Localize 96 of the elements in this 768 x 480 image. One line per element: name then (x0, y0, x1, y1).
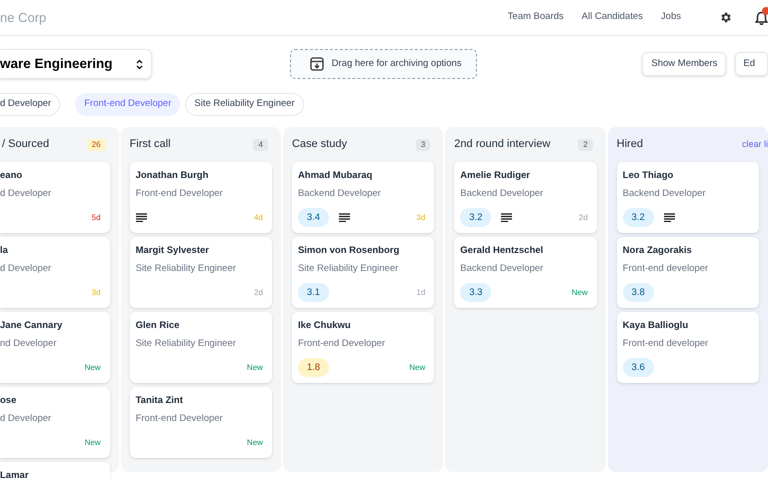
brand-name: ne Corp (0, 8, 46, 27)
age-label: New (572, 286, 588, 298)
candidate-card[interactable]: Amelie Rudiger Backend Developer 3.2 2d (454, 162, 597, 233)
candidate-role: Site Reliability Engineer (136, 337, 237, 352)
candidate-role: Front-end Developer (136, 412, 224, 426)
candidate-name: Glen Rice (136, 319, 180, 333)
candidate-name: Simon von Rosenborg (298, 244, 400, 258)
age-label: New (409, 362, 426, 374)
age-label: 2d (578, 212, 588, 224)
column-title: Case study (292, 137, 347, 152)
candidate-role: d Developer (0, 187, 52, 202)
score-badge: 3.8 (622, 283, 654, 302)
candidate-card[interactable]: Simon von Rosenborg Site Reliability Engineer 3.1 1d (292, 237, 434, 308)
bell-icon[interactable] (755, 10, 768, 24)
clear-link[interactable]: clear li (742, 138, 768, 152)
candidate-role: Backend Developer (298, 187, 382, 202)
age-label: New (246, 362, 263, 374)
count-badge: 2 (578, 138, 593, 150)
candidate-name: Jonathan Burgh (136, 169, 210, 183)
candidate-name: Kaya Ballioglu (622, 319, 690, 333)
age-label: 5d (92, 212, 101, 224)
candidate-role: nd Developer (0, 337, 58, 352)
candidate-card[interactable]: Tanita Zint Front-end Developer New (130, 387, 272, 458)
header-button[interactable]: Show Members (642, 52, 726, 76)
age-label: New (84, 362, 101, 374)
candidate-role: Site Reliability Engineer (298, 262, 400, 276)
candidate-card[interactable]: Lamar (0, 462, 110, 480)
candidate-name: Gerald Hentzschel (460, 244, 544, 258)
candidate-name: Amelie Rudiger (460, 169, 531, 183)
candidate-role: Front-end developer (622, 262, 710, 276)
candidate-card[interactable]: Nora Zagorakis Front-end developer 3.8 (616, 237, 760, 308)
candidate-role: Backend Developer (460, 262, 544, 276)
column-title: / Sourced (1, 137, 50, 152)
candidate-name: Tanita Zint (136, 394, 184, 408)
candidate-name: Leo Thiago (622, 169, 674, 183)
score-badge: 3.6 (622, 358, 654, 377)
age-label: 3d (416, 212, 426, 224)
score-badge: 3.3 (460, 283, 492, 302)
candidate-card[interactable]: eano d Developer 5d (0, 162, 110, 233)
candidate-card[interactable]: Leo Thiago Backend Developer 3.2 (616, 162, 760, 233)
board-select[interactable]: ware Engineering (0, 49, 152, 79)
archive-box-icon (310, 57, 324, 71)
score-badge: 3.2 (622, 208, 654, 227)
candidate-name: Margit Sylvester (136, 244, 210, 258)
chevron-up-down-icon (136, 58, 143, 70)
candidate-card[interactable]: ose d Developer New (0, 387, 110, 458)
column-title: 2nd round interview (454, 137, 550, 152)
candidate-name: Ike Chukwu (298, 319, 352, 333)
candidate-name: Jane Cannary (0, 319, 64, 333)
nav-link[interactable]: All Candidates (582, 10, 643, 25)
candidate-card[interactable]: Ahmad Mubaraq Backend Developer 3.4 3d (292, 162, 434, 233)
candidate-role: Front-end developer (622, 337, 710, 352)
age-label: 2d (254, 286, 263, 298)
age-label: New (246, 436, 263, 448)
candidate-role: Front-end Developer (298, 337, 386, 352)
candidate-card[interactable]: Glen Rice Site Reliability Engineer New (130, 312, 272, 383)
role-tab[interactable]: d Developer (0, 92, 60, 116)
age-label: New (84, 436, 101, 448)
candidate-name: Lamar (0, 469, 30, 480)
nav-link[interactable]: Team Boards (508, 10, 564, 25)
score-badge: 3.2 (460, 208, 492, 227)
score-badge: 3.1 (298, 283, 329, 302)
candidate-name: la (0, 244, 9, 258)
candidate-name: Nora Zagorakis (622, 244, 693, 258)
column-title: First call (130, 137, 171, 152)
nav-link[interactable]: Jobs (660, 10, 681, 25)
candidate-role: Backend Developer (460, 187, 544, 202)
age-label: 4d (254, 212, 263, 224)
candidate-name: Ahmad Mubaraq (298, 169, 374, 183)
candidate-role: d Developer (0, 412, 52, 426)
score-badge: 1.8 (298, 358, 329, 377)
count-badge: 26 (86, 138, 106, 150)
count-badge: 4 (253, 138, 268, 150)
candidate-card[interactable]: Jane Cannary nd Developer New (0, 312, 110, 383)
candidate-card[interactable]: Kaya Ballioglu Front-end developer 3.6 (616, 312, 760, 383)
candidate-card[interactable]: la d Developer 3d (0, 237, 110, 308)
archive-drop-zone[interactable]: Drag here for archiving options (290, 49, 478, 79)
candidate-card[interactable]: Gerald Hentzschel Backend Developer 3.3 New (454, 237, 597, 308)
candidate-role: Backend Developer (622, 187, 707, 202)
candidate-role: d Developer (0, 262, 52, 276)
header-button[interactable]: Ed (735, 52, 768, 76)
candidate-name: ose (0, 394, 18, 408)
age-label: 1d (416, 286, 426, 298)
candidate-card[interactable]: Jonathan Burgh Front-end Developer 4d (130, 162, 272, 233)
candidate-role: Site Reliability Engineer (136, 262, 237, 276)
column-title: Hired (616, 137, 643, 152)
age-label: 3d (92, 286, 101, 298)
role-tab[interactable]: Site Reliability Engineer (185, 92, 304, 116)
score-badge: 3.4 (298, 208, 329, 227)
settings-icon[interactable] (719, 11, 732, 24)
candidate-role: Front-end Developer (136, 187, 224, 202)
candidate-card[interactable]: Margit Sylvester Site Reliability Engineer 2d (130, 237, 272, 308)
role-tab[interactable]: Front-end Developer (75, 92, 180, 116)
candidate-card[interactable]: Ike Chukwu Front-end Developer 1.8 New (292, 312, 434, 383)
candidate-name: eano (0, 169, 24, 183)
count-badge: 3 (416, 138, 430, 150)
